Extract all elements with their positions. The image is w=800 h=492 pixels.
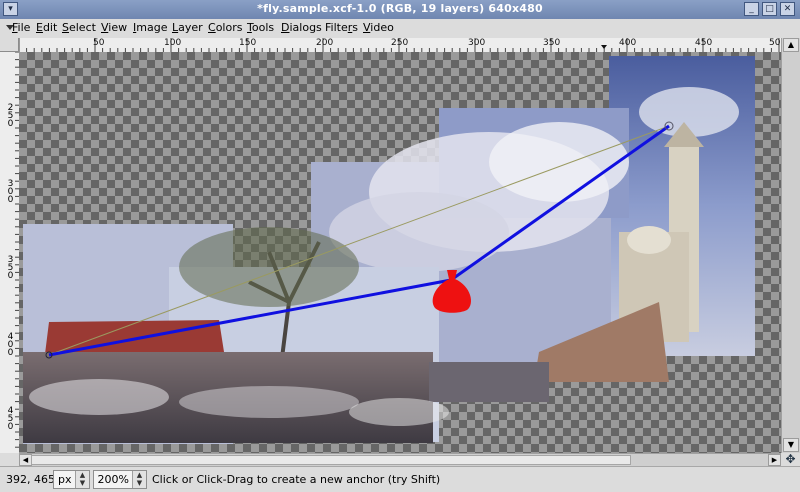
zoom-selector[interactable]: 200% ▲ ▼	[93, 470, 147, 489]
status-bar: 392, 465 px ▲ ▼ 200% ▲ ▼ Click or Click-Dr…	[0, 466, 800, 492]
horizontal-scroll-thumb[interactable]	[31, 455, 631, 465]
vruler-label: 350	[7, 255, 14, 281]
navigate-icon[interactable]: ✥	[781, 453, 800, 466]
horizontal-scrollbar[interactable]: ◀ ▶	[19, 453, 781, 466]
menu-colors[interactable]: Colors	[208, 21, 242, 34]
unit-value: px	[58, 473, 72, 486]
unit-selector[interactable]: px ▲ ▼	[53, 470, 90, 489]
hruler-label: 50	[769, 38, 781, 48]
ruler-corner[interactable]	[0, 38, 19, 52]
vruler-label: 450	[7, 406, 14, 432]
menu-dialogs[interactable]: Dialogs	[281, 21, 322, 34]
path-handle-line	[48, 125, 670, 356]
title-bar: ▾ *fly.sample.xcf-1.0 (RGB, 19 layers) 6…	[0, 0, 800, 20]
pointer-marker-icon	[601, 45, 607, 49]
unit-spin-icon[interactable]: ▲ ▼	[75, 471, 89, 488]
hruler-label: 150	[239, 38, 257, 48]
active-anchor-icon	[432, 270, 471, 313]
pointer-coordinates: 392, 465	[6, 473, 55, 486]
scroll-down-icon[interactable]: ▼	[783, 438, 799, 452]
status-message: Click or Click-Drag to create a new anch…	[152, 473, 441, 486]
hruler-label: 450	[695, 38, 713, 48]
menu-select[interactable]: Select	[62, 21, 96, 34]
vruler-label: 400	[7, 332, 14, 358]
maximize-icon[interactable]: □	[762, 2, 777, 16]
menu-edit[interactable]: Edit	[36, 21, 57, 34]
menu-tools[interactable]: Tools	[247, 21, 274, 34]
vruler-label: 300	[7, 179, 14, 205]
path-overlay	[45, 121, 674, 359]
scroll-right-icon[interactable]: ▶	[768, 454, 781, 466]
zoom-value: 200%	[97, 473, 129, 486]
menu-layer[interactable]: Layer	[172, 21, 203, 34]
menu-video[interactable]: Video	[363, 21, 394, 34]
hruler-label: 50	[93, 38, 105, 48]
menu-filters[interactable]: Filters	[325, 21, 358, 34]
vertical-scrollbar[interactable]: ▲ ▼	[781, 38, 800, 453]
hruler-label: 100	[164, 38, 182, 48]
window-title: *fly.sample.xcf-1.0 (RGB, 19 layers) 640…	[257, 2, 543, 15]
hruler-label: 400	[619, 38, 637, 48]
hruler-label: 200	[316, 38, 334, 48]
hruler-label: 300	[468, 38, 486, 48]
vruler-label: 250	[7, 103, 14, 129]
menu-view[interactable]: View	[101, 21, 127, 34]
menu-image[interactable]: Image	[133, 21, 167, 34]
hruler-label: 350	[543, 38, 561, 48]
close-icon[interactable]: ✕	[780, 2, 795, 16]
zoom-spin-icon[interactable]: ▲ ▼	[132, 471, 146, 488]
quick-mask-toggle[interactable]	[0, 453, 19, 466]
scroll-up-icon[interactable]: ▲	[783, 38, 799, 52]
path-segment	[48, 278, 452, 357]
hruler-label: 250	[391, 38, 409, 48]
menu-bar: File Edit Select View Image Layer Colors…	[0, 19, 800, 39]
horizontal-ruler[interactable]: 50 100 150 200 250 300 350 400 450 50	[19, 38, 781, 53]
menu-file[interactable]: File	[12, 21, 30, 34]
minimize-icon[interactable]: _	[744, 2, 759, 16]
vertical-ruler[interactable]: 250 300 350 400 450	[0, 52, 20, 453]
image-canvas[interactable]	[19, 52, 781, 453]
path-segment	[450, 124, 670, 282]
